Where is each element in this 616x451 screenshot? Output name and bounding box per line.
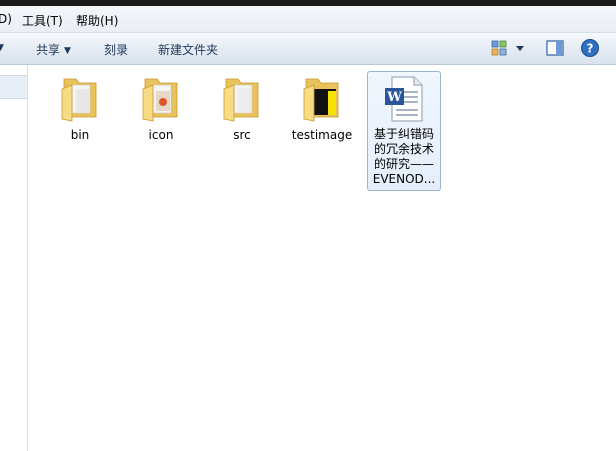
preview-pane-icon[interactable] — [545, 38, 565, 58]
file-item-testimage[interactable]: testimage — [286, 71, 358, 143]
burn-button[interactable]: 刻录 — [104, 41, 128, 58]
folder-icon — [303, 78, 339, 122]
file-name: bin — [70, 128, 90, 142]
organize-caret-icon[interactable]: ▼ — [0, 43, 4, 53]
menu-bar: D) 工具(T) 帮助(H) — [0, 6, 616, 33]
help-icon[interactable]: ? — [580, 38, 600, 58]
word-document-icon: W — [385, 76, 423, 122]
menu-item-help[interactable]: 帮助(H) — [76, 12, 118, 29]
svg-text:?: ? — [587, 42, 594, 56]
file-list-area[interactable]: bin icon src testimage W 基于纠错码 的冗余技术 的研究… — [28, 65, 616, 451]
menu-item-partial[interactable]: D) — [0, 12, 12, 26]
svg-text:W: W — [386, 90, 402, 105]
file-name: src — [233, 128, 251, 142]
file-item-src[interactable]: src — [206, 71, 278, 143]
view-options-icon[interactable] — [490, 38, 510, 58]
share-caret-icon: ▼ — [64, 46, 71, 56]
new-folder-button[interactable]: 新建文件夹 — [158, 41, 218, 58]
folder-icon — [223, 78, 259, 122]
file-item-bin[interactable]: bin — [44, 71, 116, 143]
file-name: testimage — [291, 128, 353, 142]
folder-icon — [61, 78, 97, 122]
share-label: 共享 — [36, 43, 61, 57]
share-button[interactable]: 共享 ▼ — [36, 41, 71, 58]
navigation-pane[interactable] — [0, 65, 28, 451]
file-name-line-4: EVENOD... — [372, 172, 436, 186]
file-item-word-document[interactable]: W 基于纠错码 的冗余技术 的研究—— EVENOD... — [367, 71, 441, 191]
file-item-icon[interactable]: icon — [125, 71, 197, 143]
file-name-line-3: 的研究—— — [373, 157, 434, 171]
folder-icon — [142, 78, 178, 122]
file-name-line-2: 的冗余技术 — [373, 142, 434, 156]
view-dropdown-caret-icon[interactable] — [514, 38, 526, 58]
file-name-line-1: 基于纠错码 — [373, 127, 434, 141]
nav-selected-item[interactable] — [0, 75, 27, 99]
menu-item-tools[interactable]: 工具(T) — [22, 12, 63, 29]
file-name: icon — [148, 128, 174, 142]
